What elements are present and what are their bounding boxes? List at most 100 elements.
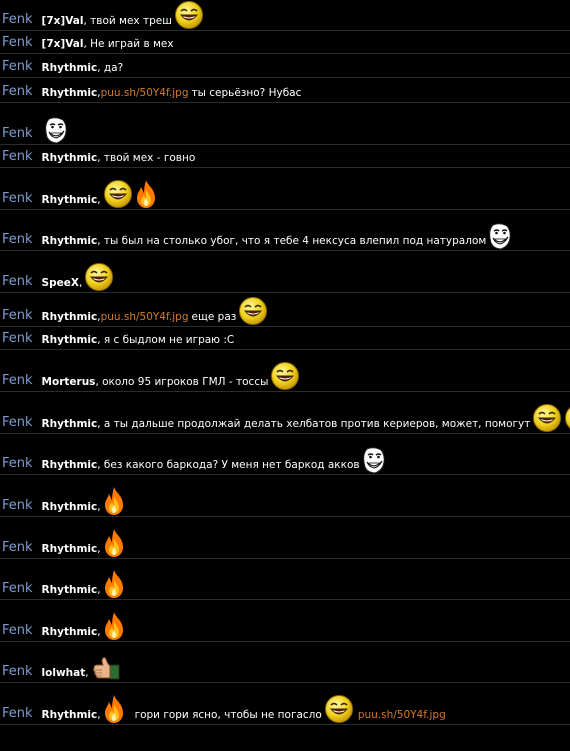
message-recipient[interactable]: Rhythmic	[42, 625, 98, 639]
message-recipient[interactable]: Rhythmic	[42, 193, 98, 207]
chat-message: Fenk Rhythmic,	[0, 475, 570, 517]
message-link[interactable]: puu.sh/50Y4f.jpg	[358, 708, 446, 722]
message-recipient[interactable]: Rhythmic	[42, 417, 98, 431]
chat-log: Fenk [7x]Val, твой мех треш Fenk [7x]Val, Н…	[0, 0, 570, 725]
message-author[interactable]: Fenk	[2, 59, 33, 75]
chat-message: Fenk Rhythmic, puu.sh/50Y4f.jpg еще раз	[0, 293, 570, 327]
message-body: Rhythmic,	[42, 569, 125, 598]
chat-message: Fenk Rhythmic, твой мех - говно	[0, 145, 570, 168]
laughing-smiley-icon	[532, 403, 562, 433]
message-body: lolwhat,	[42, 656, 121, 680]
message-recipient[interactable]: lolwhat	[42, 666, 86, 680]
message-author[interactable]: Fenk	[2, 456, 33, 472]
laughing-smiley-icon	[84, 262, 114, 292]
message-body: Rhythmic, твой мех - говно	[42, 151, 196, 165]
message-text: , да?	[97, 62, 124, 74]
chat-message: Fenk Rhythmic,	[0, 517, 570, 559]
message-text: ,	[97, 626, 101, 638]
message-text: , твой мех - говно	[97, 152, 196, 164]
message-recipient[interactable]: Rhythmic	[42, 708, 98, 722]
message-recipient[interactable]: Rhythmic	[42, 458, 98, 472]
laughing-smiley-icon	[238, 296, 268, 326]
message-text: , ты был на столько убог, что я тебе 4 н…	[97, 235, 487, 247]
message-body: Morterus, около 95 игроков ГМЛ - тоссы	[42, 361, 301, 391]
message-link[interactable]: puu.sh/50Y4f.jpg	[101, 310, 189, 324]
message-recipient[interactable]: Rhythmic	[42, 310, 98, 324]
message-author[interactable]: Fenk	[2, 126, 33, 142]
message-author[interactable]: Fenk	[2, 415, 33, 431]
message-author[interactable]: Fenk	[2, 706, 33, 722]
chat-message: Fenk Rhythmic,	[0, 168, 570, 210]
chat-message: Fenk [7x]Val, Не играй в мех	[0, 31, 570, 54]
message-author[interactable]: Fenk	[2, 149, 33, 165]
chat-message: Fenk Rhythmic, ты был на столько убог, чт…	[0, 210, 570, 251]
message-link[interactable]: puu.sh/50Y4f.jpg	[101, 86, 189, 100]
message-author[interactable]: Fenk	[2, 664, 33, 680]
message-recipient[interactable]: Rhythmic	[42, 151, 98, 165]
fire-icon	[103, 611, 125, 641]
message-author[interactable]: Fenk	[2, 84, 33, 100]
message-body: [7x]Val, Не играй в мех	[42, 37, 174, 51]
laughing-smiley-icon	[564, 403, 570, 433]
message-recipient[interactable]: Rhythmic	[42, 542, 98, 556]
chat-message: Fenk lolwhat,	[0, 642, 570, 683]
message-body: Rhythmic, я с быдлом не играю :С	[42, 333, 235, 347]
message-text: ,	[78, 277, 83, 289]
message-recipient[interactable]: [7x]Val	[42, 14, 84, 28]
message-text: , а ты дальше продолжай делать хелбатов …	[97, 418, 531, 430]
laughing-smiley-icon	[324, 694, 354, 724]
chat-message: Fenk Rhythmic, да?	[0, 54, 570, 78]
message-recipient[interactable]: Rhythmic	[42, 234, 98, 248]
message-author[interactable]: Fenk	[2, 308, 33, 324]
laughing-smiley-icon	[270, 361, 300, 391]
message-recipient[interactable]: Rhythmic	[42, 61, 98, 75]
message-recipient[interactable]: Morterus	[42, 375, 96, 389]
laughing-smiley-icon	[103, 179, 133, 209]
message-recipient[interactable]: [7x]Val	[42, 37, 84, 51]
fire-icon	[135, 179, 157, 209]
chat-message: Fenk Rhythmic, а ты дальше продолжай дела…	[0, 392, 570, 434]
message-text: , около 95 игроков ГМЛ - тоссы	[95, 376, 269, 388]
message-recipient[interactable]: Rhythmic	[42, 583, 98, 597]
message-body: Rhythmic,	[42, 486, 125, 515]
message-body: Rhythmic, ты был на столько убог, что я …	[42, 222, 513, 250]
message-text: ,	[97, 194, 101, 206]
message-author[interactable]: Fenk	[2, 191, 33, 207]
chat-message: Fenk [7x]Val, твой мех треш	[0, 0, 570, 31]
message-body: Rhythmic, puu.sh/50Y4f.jpg еще раз	[42, 296, 269, 326]
message-author[interactable]: Fenk	[2, 232, 33, 248]
message-author[interactable]: Fenk	[2, 581, 33, 597]
fire-icon	[103, 694, 125, 724]
message-text-continued: гори гори ясно, чтобы не погасло	[134, 709, 322, 721]
chat-message: Fenk Rhythmic,	[0, 600, 570, 642]
chat-message: Fenk Rhythmic, гори гори ясно, чтобы не по…	[0, 683, 570, 725]
message-body: Rhythmic, без какого баркода? У меня нет…	[42, 446, 386, 474]
troll-face-icon	[488, 222, 512, 250]
message-text-continued: ты серьёзно? Нубас	[191, 87, 302, 99]
message-recipient[interactable]: SpeeX	[42, 276, 79, 290]
message-body: Rhythmic, гори гори ясно, чтобы не погасл…	[42, 694, 449, 724]
chat-message: Fenk Rhythmic, я с быдлом не играю :С	[0, 327, 570, 350]
message-author[interactable]: Fenk	[2, 35, 33, 51]
message-text: , твой мех треш	[83, 15, 172, 27]
chat-message: Fenk	[0, 103, 570, 145]
message-author[interactable]: Fenk	[2, 373, 33, 389]
troll-face-icon	[44, 116, 68, 144]
message-body: Rhythmic, puu.sh/50Y4f.jpg ты серьёзно? Н…	[42, 86, 302, 100]
message-body: [7x]Val, твой мех треш	[42, 0, 204, 30]
message-author[interactable]: Fenk	[2, 274, 33, 290]
laughing-smiley-icon	[174, 0, 204, 30]
message-text: ,	[97, 543, 101, 555]
chat-message: Fenk Rhythmic, без какого баркода? У меня…	[0, 434, 570, 475]
message-author[interactable]: Fenk	[2, 12, 33, 28]
message-author[interactable]: Fenk	[2, 623, 33, 639]
message-recipient[interactable]: Rhythmic	[42, 500, 98, 514]
message-author[interactable]: Fenk	[2, 498, 33, 514]
message-recipient[interactable]: Rhythmic	[42, 333, 98, 347]
thumbs-up-icon	[91, 656, 121, 682]
message-text: , Не играй в мех	[83, 38, 174, 50]
message-body	[42, 116, 68, 144]
message-author[interactable]: Fenk	[2, 331, 33, 347]
message-recipient[interactable]: Rhythmic	[42, 86, 98, 100]
message-author[interactable]: Fenk	[2, 540, 33, 556]
